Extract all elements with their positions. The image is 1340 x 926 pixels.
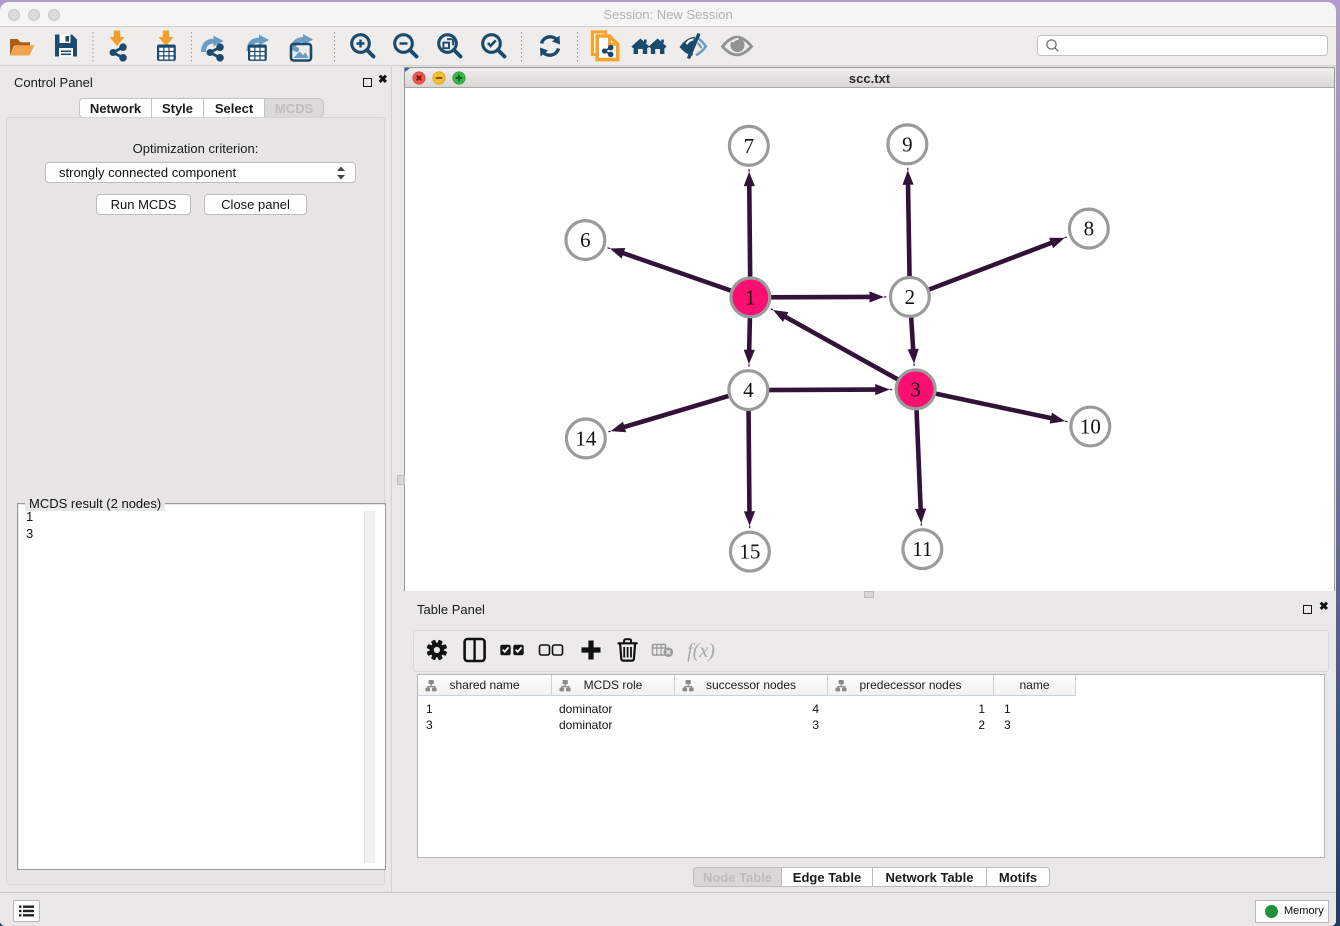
svg-text:7: 7 (744, 134, 754, 158)
svg-text:3: 3 (910, 377, 920, 401)
svg-text:10: 10 (1080, 414, 1101, 438)
svg-text:f(x): f(x) (687, 640, 715, 662)
svg-text:6: 6 (580, 228, 590, 252)
svg-text:14: 14 (575, 426, 596, 450)
svg-text:8: 8 (1084, 217, 1094, 241)
svg-text:11: 11 (912, 537, 932, 561)
svg-text:9: 9 (902, 132, 912, 156)
svg-text:1: 1 (745, 285, 755, 309)
svg-text:4: 4 (743, 378, 754, 402)
svg-text:2: 2 (905, 285, 915, 309)
svg-text:15: 15 (739, 540, 760, 564)
